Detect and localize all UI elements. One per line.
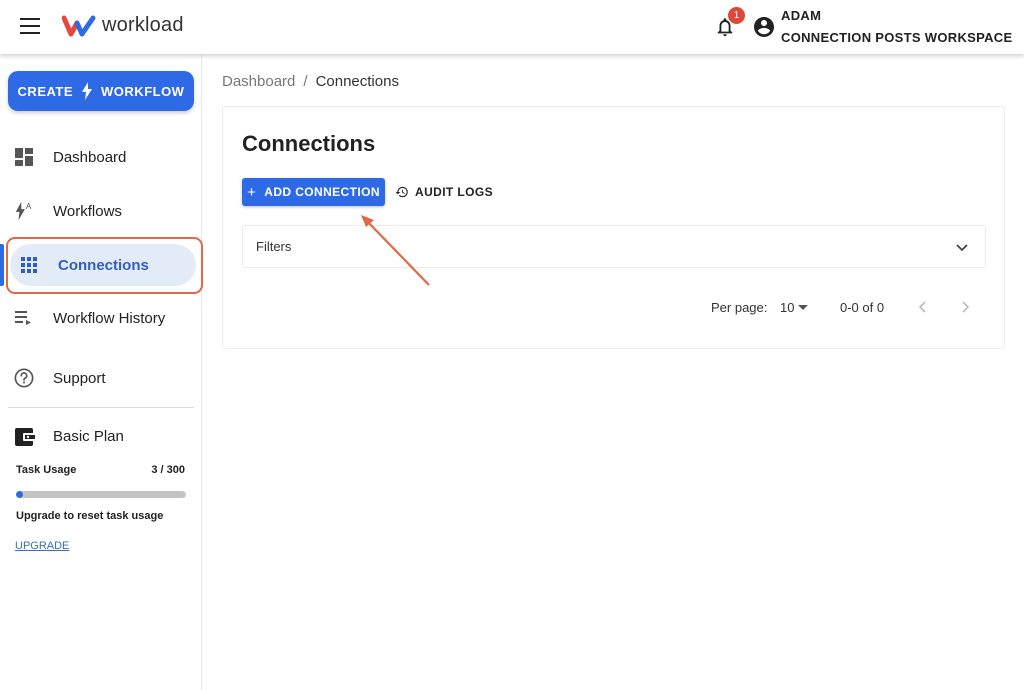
- plus-icon: +: [247, 183, 257, 201]
- workflows-icon: A: [14, 201, 34, 221]
- sidebar-divider: [8, 407, 194, 408]
- breadcrumb-current: Connections: [315, 73, 399, 90]
- task-usage-progress-fill: [16, 491, 23, 498]
- wallet-icon: [15, 428, 35, 451]
- workload-logo-icon: [62, 15, 96, 36]
- breadcrumb-separator: /: [303, 73, 308, 90]
- add-connection-button[interactable]: + ADD CONNECTION: [242, 178, 385, 206]
- chevron-right-icon[interactable]: [957, 299, 973, 315]
- page-range-label: 0-0 of 0: [840, 300, 885, 315]
- create-label: CREATE: [17, 83, 74, 99]
- annotation-arrow: [361, 215, 430, 286]
- pagination: Per page: 10 0-0 of 0: [223, 297, 1006, 319]
- breadcrumb: Dashboard / Connections: [222, 73, 399, 90]
- sidebar-item-workflow-history[interactable]: Workflow History: [0, 297, 202, 339]
- dropdown-caret-icon: [798, 305, 809, 310]
- history-icon: [395, 186, 408, 198]
- workflow-label: WORKFLOW: [101, 83, 185, 99]
- bolt-icon: [81, 82, 93, 100]
- sidebar-item-workflows[interactable]: A Workflows: [0, 190, 202, 232]
- plan-label: Basic Plan: [53, 428, 124, 445]
- audit-logs-button[interactable]: AUDIT LOGS: [395, 178, 493, 206]
- workspace-name: CONNECTION POSTS WORKSPACE: [781, 30, 1013, 45]
- task-usage-count: 3 / 300: [151, 464, 185, 476]
- logo-text: workload: [102, 14, 184, 36]
- top-app-bar: workload 1 ADAM CONNECTION POSTS WORKSPA…: [0, 0, 1024, 54]
- connections-card: Connections + ADD CONNECTION AUDIT LOGS …: [222, 106, 1005, 349]
- upgrade-link[interactable]: UPGRADE: [15, 540, 69, 552]
- sidebar-item-label: Support: [53, 369, 106, 387]
- sidebar-item-dashboard[interactable]: Dashboard: [0, 136, 202, 178]
- task-usage-label: Task Usage: [16, 464, 77, 476]
- per-page-label: Per page:: [711, 300, 768, 315]
- chevron-down-icon: [956, 244, 968, 252]
- upgrade-note: Upgrade to reset task usage: [16, 510, 164, 522]
- create-workflow-button[interactable]: CREATE WORKFLOW: [8, 71, 194, 111]
- filters-panel[interactable]: Filters: [242, 225, 986, 268]
- per-page-select[interactable]: 10: [780, 300, 809, 315]
- chevron-left-icon[interactable]: [915, 299, 931, 315]
- logo[interactable]: workload: [62, 14, 184, 37]
- sidebar-item-label: Workflows: [53, 202, 122, 220]
- playlist-icon: [14, 308, 34, 328]
- help-circle-icon: [14, 368, 34, 388]
- filters-label: Filters: [256, 239, 292, 254]
- breadcrumb-dashboard[interactable]: Dashboard: [222, 73, 295, 90]
- user-name: ADAM: [781, 8, 822, 23]
- task-usage-progress: [16, 491, 186, 498]
- sidebar: CREATE WORKFLOW Dashboard A Workflows Co…: [0, 54, 203, 690]
- sidebar-item-label: Workflow History: [53, 309, 166, 327]
- plan-row: Basic Plan: [0, 424, 202, 450]
- dashboard-icon: [14, 147, 34, 167]
- sidebar-item-support[interactable]: Support: [0, 357, 202, 399]
- sidebar-item-label: Dashboard: [53, 148, 127, 166]
- svg-text:A: A: [26, 202, 32, 211]
- menu-icon[interactable]: [20, 18, 40, 34]
- annotation-highlight-box: [6, 237, 203, 294]
- notification-badge: 1: [728, 7, 745, 24]
- add-connection-label: ADD CONNECTION: [264, 185, 380, 199]
- account-circle-icon[interactable]: [752, 15, 776, 39]
- per-page-value: 10: [780, 300, 795, 315]
- audit-logs-label: AUDIT LOGS: [415, 185, 493, 199]
- page-title: Connections: [242, 131, 376, 156]
